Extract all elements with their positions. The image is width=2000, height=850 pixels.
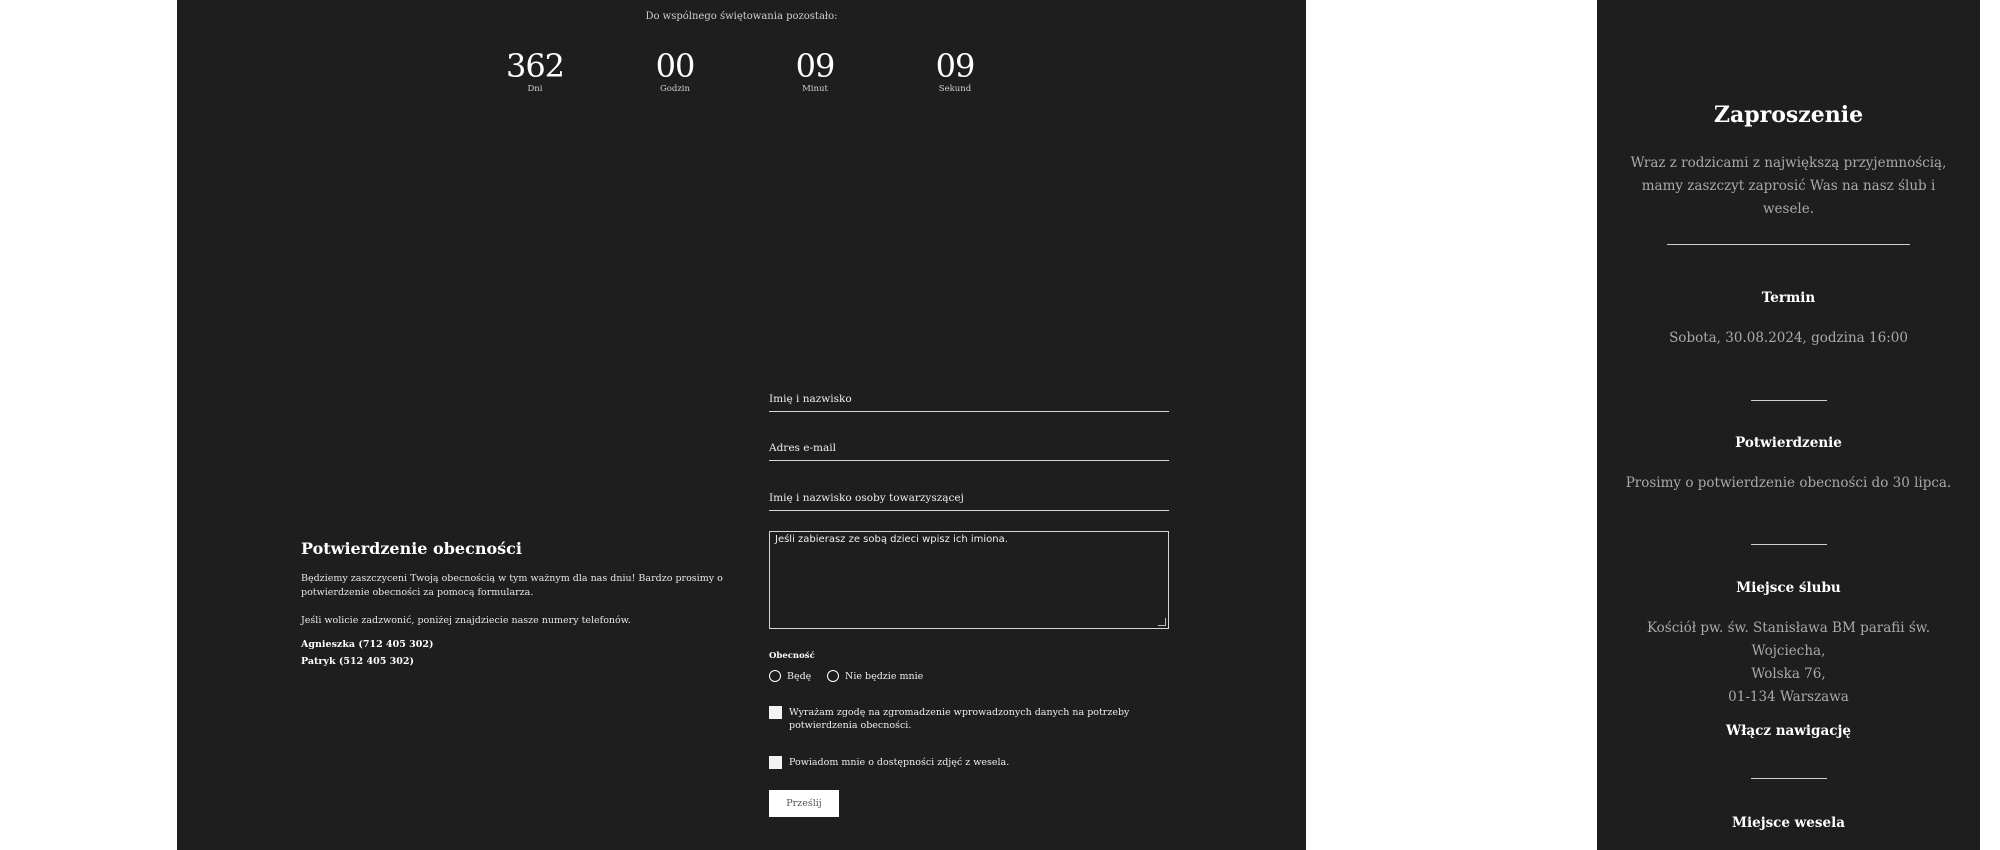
resize-handle-icon[interactable]	[1158, 618, 1166, 626]
countdown-minutes: 09 Minut	[760, 50, 870, 94]
photos-option[interactable]: Powiadom mnie o dostępności zdjęć z wese…	[769, 756, 1169, 769]
consent-checkbox[interactable]	[769, 706, 782, 719]
ceremony-address-line: 01-134 Warszawa	[1728, 689, 1849, 705]
photos-checkbox[interactable]	[769, 756, 782, 769]
invitation-intro: Wraz z rodzicami z największą przyjemnoś…	[1630, 155, 1947, 217]
name-field	[769, 387, 1169, 412]
radio-no[interactable]	[827, 670, 839, 682]
children-textarea[interactable]	[770, 532, 1168, 628]
reception-title: Miejsce wesela	[1732, 815, 1845, 831]
consent-option[interactable]: Wyrażam zgodę na zgromadzenie wprowadzon…	[769, 706, 1169, 732]
main-panel: Do wspólnego świętowania pozostało: 362 …	[177, 0, 1306, 850]
attendance-label: Obecność	[769, 651, 815, 661]
radio-no-label: Nie będzie mnie	[845, 670, 924, 682]
date-text: Sobota, 30.08.2024, godzina 16:00	[1669, 330, 1908, 346]
countdown-hours: 00 Godzin	[620, 50, 730, 94]
invitation-title: Zaproszenie	[1713, 102, 1864, 128]
divider	[1751, 400, 1827, 401]
confirmation-title: Potwierdzenie	[1735, 435, 1842, 451]
countdown-seconds-label: Sekund	[938, 84, 972, 94]
countdown-hours-value: 00	[655, 47, 696, 85]
rsvp-call-note: Jeśli wolicie zadzwonić, poniżej znajdzi…	[301, 615, 631, 626]
ceremony-address-line: Wolska 76,	[1751, 666, 1826, 682]
navigation-link[interactable]: Włącz nawigację	[1597, 723, 1980, 739]
attendance-yes-option[interactable]: Będę	[769, 670, 811, 682]
date-title: Termin	[1761, 290, 1816, 306]
countdown-intro: Do wspólnego świętowania pozostało:	[645, 11, 838, 22]
contact-agnieszka-text: Agnieszka (712 405 302)	[301, 639, 434, 650]
radio-yes-label: Będę	[787, 670, 812, 682]
countdown-seconds: 09 Sekund	[900, 50, 1010, 94]
email-input[interactable]	[769, 442, 1169, 460]
divider	[1667, 244, 1910, 245]
countdown-days-label: Dni	[527, 84, 543, 94]
ceremony-address-line: Kościół pw. św. Stanisława BM parafii św…	[1646, 620, 1931, 659]
rsvp-description: Będziemy zaszczyceni Twoją obecnością w …	[301, 573, 723, 598]
photos-label: Powiadom mnie o dostępności zdjęć z wese…	[789, 757, 1010, 768]
name-input[interactable]	[769, 393, 1169, 411]
countdown-minutes-label: Minut	[802, 84, 828, 94]
divider	[1751, 544, 1827, 545]
countdown-minutes-value: 09	[795, 47, 836, 85]
rsvp-title: Potwierdzenie obecności	[301, 539, 522, 558]
divider	[1751, 778, 1827, 779]
contact-agnieszka: Agnieszka (712 405 302)	[301, 639, 433, 650]
consent-label: Wyrażam zgodę na zgromadzenie wprowadzon…	[789, 707, 1130, 731]
countdown-seconds-value: 09	[935, 47, 976, 85]
radio-yes[interactable]	[769, 670, 781, 682]
countdown-days-value: 362	[505, 47, 565, 85]
email-field	[769, 436, 1169, 461]
children-field	[769, 531, 1169, 629]
countdown-hours-label: Godzin	[659, 84, 691, 94]
contact-patryk: Patryk (512 405 302)	[301, 656, 414, 667]
submit-button[interactable]: Prześlij	[769, 790, 839, 817]
confirmation-text: Prosimy o potwierdzenie obecności do 30 …	[1625, 475, 1952, 491]
contact-patryk-text: Patryk (512 405 302)	[301, 656, 414, 667]
attendance-no-option[interactable]: Nie będzie mnie	[827, 670, 923, 682]
ceremony-address: Kościół pw. św. Stanisława BM parafii św…	[1617, 617, 1960, 709]
countdown-days: 362 Dni	[480, 50, 590, 94]
invitation-sidebar: Zaproszenie Wraz z rodzicami z największ…	[1597, 0, 1980, 850]
ceremony-title: Miejsce ślubu	[1736, 580, 1841, 596]
companion-input[interactable]	[769, 492, 1169, 510]
companion-field	[769, 486, 1169, 511]
